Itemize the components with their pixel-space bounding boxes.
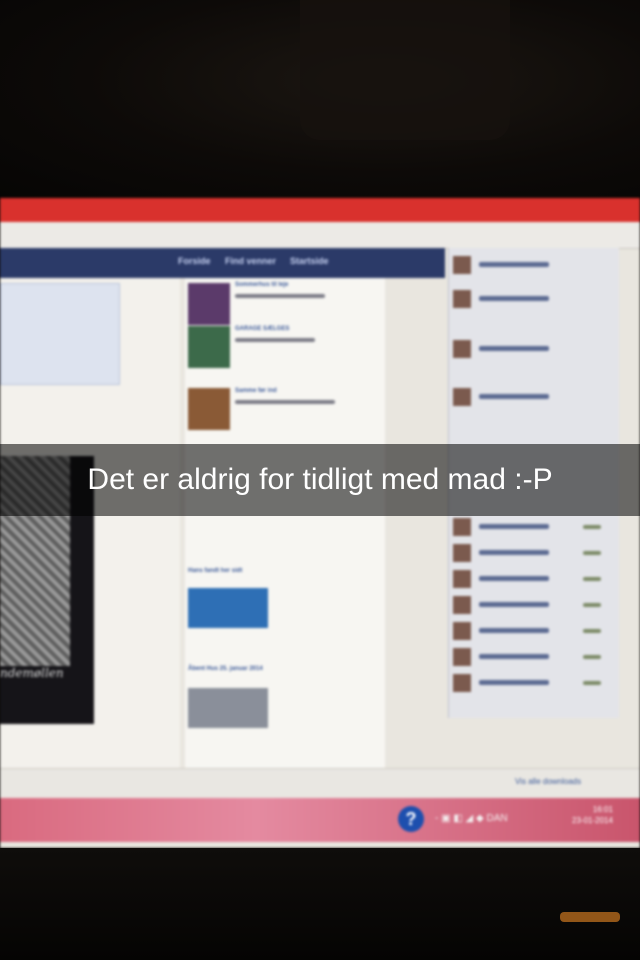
snap-caption: Det er aldrig for tidligt med mad :-P (0, 444, 640, 516)
promo-logo-text: ndemøllen (0, 666, 64, 680)
address-bar[interactable] (0, 222, 640, 249)
laptop-screen: Forside Find venner Startside ndemøllen … (0, 198, 640, 848)
contact-name (479, 602, 549, 607)
clock-time: 16:01 (592, 805, 613, 814)
feed-thumbnail (188, 388, 230, 430)
avatar (453, 340, 471, 358)
online-indicator (583, 603, 601, 607)
feed-title: Hans fandt her sidt (188, 568, 243, 574)
contact-name (479, 524, 549, 529)
taskbar-clock[interactable]: 16:01 23-01-2014 (572, 804, 613, 826)
feed-title: Åbent Hus 25. januar 2014 (188, 666, 263, 672)
contact-name (479, 296, 549, 301)
feed-item[interactable]: GARAGE SÆLGES (185, 326, 385, 386)
news-feed: Sommerhus til leje GARAGE SÆLGES Samme f… (185, 278, 385, 768)
chat-contact[interactable] (453, 648, 613, 668)
system-tray[interactable]: - ▣ ◧ ◢ ◆ DAN (435, 813, 508, 824)
chat-contact[interactable] (453, 570, 613, 590)
feed-item[interactable]: Samme før ind (185, 388, 385, 448)
contact-name (479, 262, 549, 267)
help-icon[interactable]: ? (398, 806, 424, 832)
feed-item[interactable]: Åbent Hus 25. januar 2014 (185, 666, 385, 746)
status-box[interactable] (0, 283, 120, 385)
windows-taskbar: ? - ▣ ◧ ◢ ◆ DAN 16:01 23-01-2014 (0, 798, 640, 842)
text-line (235, 338, 315, 342)
facebook-top-bar: Forside Find venner Startside (0, 248, 445, 278)
online-indicator (583, 577, 601, 581)
keyboard-light (560, 912, 620, 922)
avatar (453, 570, 471, 588)
browser-title-bar (0, 198, 640, 222)
room-background (0, 0, 640, 200)
avatar (453, 256, 471, 274)
chat-contact[interactable] (453, 340, 613, 360)
online-indicator (583, 525, 601, 529)
online-indicator (583, 681, 601, 685)
online-indicator (583, 629, 601, 633)
contact-name (479, 680, 549, 685)
online-indicator (583, 655, 601, 659)
avatar (453, 544, 471, 562)
nav-home-link[interactable]: Forside (178, 256, 211, 268)
laptop-bezel (0, 848, 640, 960)
chat-contact[interactable] (453, 256, 613, 276)
background-object (300, 0, 510, 140)
chat-contact[interactable] (453, 596, 613, 616)
text-line (235, 294, 325, 298)
contact-name (479, 576, 549, 581)
nav-find-friends-link[interactable]: Find venner (225, 256, 276, 268)
feed-title: Sommerhus til leje (235, 282, 289, 288)
show-all-downloads-link[interactable]: Vis alle downloads (515, 777, 581, 786)
contact-name (479, 394, 549, 399)
feed-title: Samme før ind (235, 388, 277, 394)
downloads-bar: Vis alle downloads (0, 768, 640, 799)
feed-thumbnail (188, 688, 268, 728)
contact-name (479, 654, 549, 659)
nav-start-link[interactable]: Startside (290, 256, 329, 268)
avatar (453, 290, 471, 308)
chat-contact[interactable] (453, 544, 613, 564)
chat-contact[interactable] (453, 388, 613, 408)
avatar (453, 518, 471, 536)
avatar (453, 622, 471, 640)
avatar (453, 388, 471, 406)
contact-name (479, 346, 549, 351)
chat-contact[interactable] (453, 518, 613, 538)
feed-thumbnail (188, 326, 230, 368)
feed-thumbnail (188, 283, 230, 325)
contact-name (479, 550, 549, 555)
contact-name (479, 628, 549, 633)
chat-contact[interactable] (453, 290, 613, 310)
avatar (453, 596, 471, 614)
avatar (453, 648, 471, 666)
clock-date: 23-01-2014 (572, 816, 613, 825)
feed-item[interactable]: Hans fandt her sidt (185, 568, 385, 638)
feed-title: GARAGE SÆLGES (235, 326, 290, 332)
text-line (235, 400, 335, 404)
chat-contact[interactable] (453, 622, 613, 642)
online-indicator (583, 551, 601, 555)
avatar (453, 674, 471, 692)
feed-thumbnail (188, 588, 268, 628)
chat-contact[interactable] (453, 674, 613, 694)
